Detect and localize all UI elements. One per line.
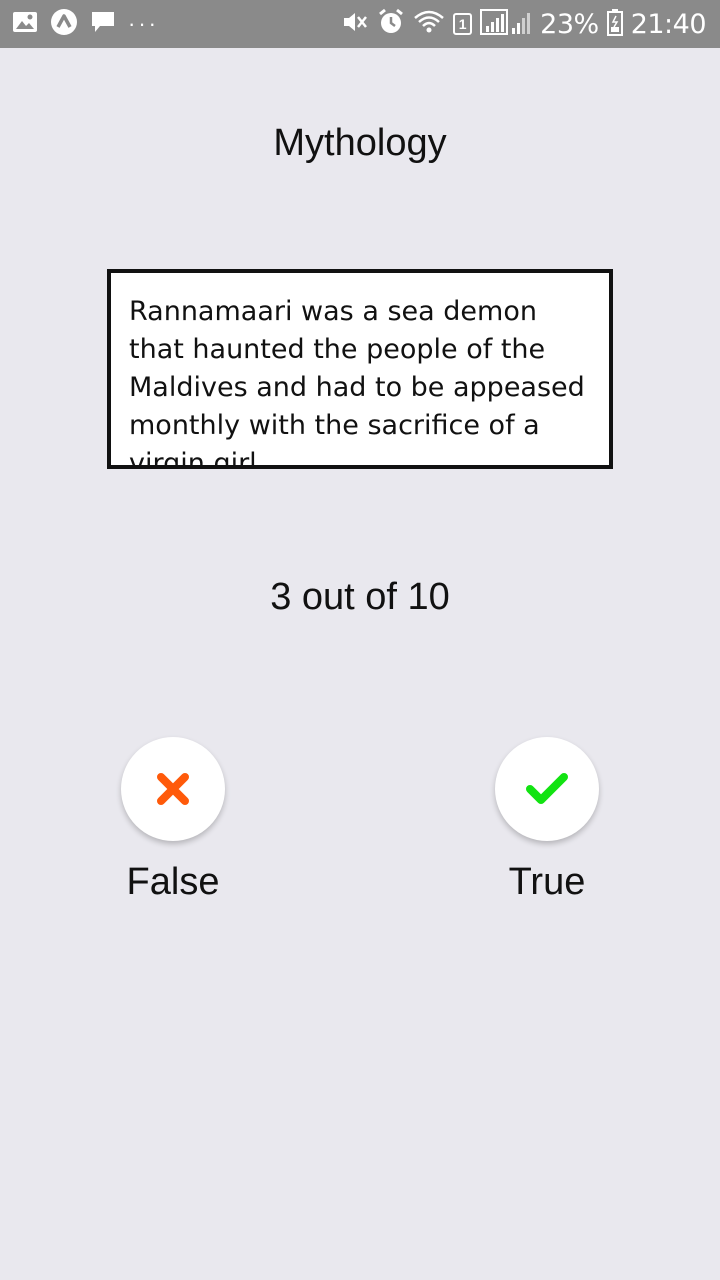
mute-icon bbox=[341, 9, 369, 40]
category-title: Mythology bbox=[273, 122, 447, 164]
close-icon bbox=[157, 773, 189, 805]
status-bar: ··· 1 23% 21:40 bbox=[0, 0, 720, 48]
more-dots-icon: ··· bbox=[128, 11, 159, 36]
signal-icon bbox=[480, 8, 532, 41]
check-icon bbox=[526, 773, 568, 804]
false-button[interactable] bbox=[121, 737, 225, 841]
alarm-icon bbox=[377, 8, 405, 41]
app-icon bbox=[50, 8, 78, 41]
battery-percent: 23% bbox=[540, 8, 599, 40]
false-label[interactable]: False bbox=[127, 861, 220, 904]
image-icon bbox=[12, 10, 38, 39]
true-label[interactable]: True bbox=[509, 861, 586, 904]
question-box: Rannamaari was a sea demon that haunted … bbox=[107, 269, 613, 469]
question-text: Rannamaari was a sea demon that haunted … bbox=[129, 296, 585, 469]
question-progress: 3 out of 10 bbox=[270, 576, 450, 618]
true-button[interactable] bbox=[495, 737, 599, 841]
status-bar-right: 1 23% 21:40 bbox=[333, 8, 707, 41]
status-bar-left: ··· bbox=[12, 8, 171, 41]
true-answer: True bbox=[467, 737, 627, 904]
wifi-icon bbox=[413, 9, 445, 40]
battery-icon bbox=[606, 8, 623, 41]
message-icon bbox=[90, 9, 116, 40]
clock: 21:40 bbox=[630, 8, 707, 40]
sim-badge: 1 bbox=[453, 13, 473, 35]
false-answer: False bbox=[93, 737, 253, 904]
